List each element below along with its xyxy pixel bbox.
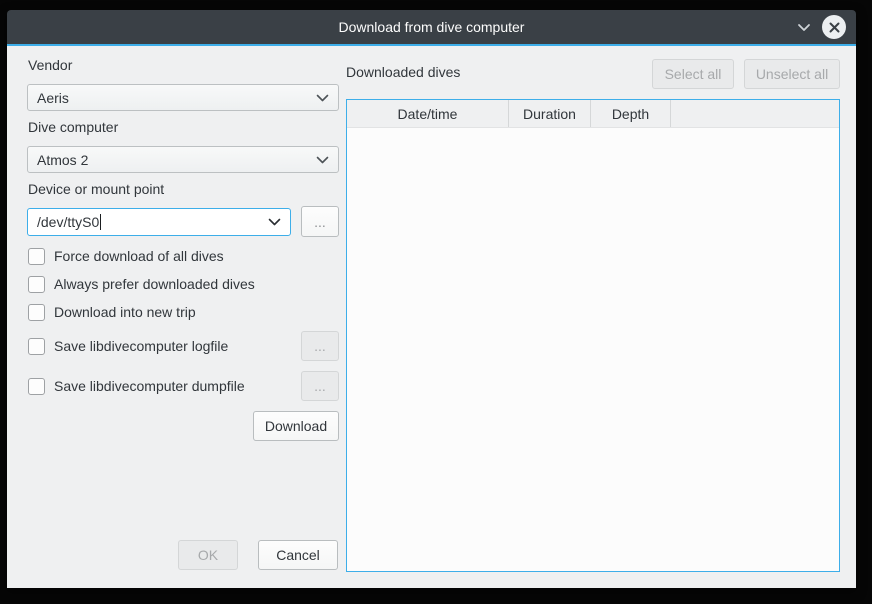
- vendor-value: Aeris: [37, 90, 316, 106]
- table-body-empty: [347, 128, 839, 571]
- save-dumpfile-checkbox[interactable]: [28, 378, 45, 395]
- downloaded-dives-table[interactable]: Date/time Duration Depth: [346, 99, 840, 572]
- column-header-duration[interactable]: Duration: [509, 100, 591, 127]
- new-trip-checkbox-row: Download into new trip: [28, 303, 196, 321]
- chevron-down-icon: [268, 218, 281, 226]
- downloaded-dives-label: Downloaded dives: [346, 64, 460, 80]
- browse-button-label: ...: [314, 338, 326, 354]
- select-all-button[interactable]: Select all: [652, 59, 734, 89]
- save-logfile-checkbox[interactable]: [28, 338, 45, 355]
- checkbox-label: Force download of all dives: [54, 248, 224, 264]
- device-browse-button[interactable]: ...: [301, 206, 339, 237]
- chevron-down-icon[interactable]: [796, 19, 812, 35]
- download-dialog: Download from dive computer Vendor Aeris…: [7, 10, 856, 588]
- dumpfile-browse-button[interactable]: ...: [301, 371, 339, 401]
- vendor-select[interactable]: Aeris: [27, 84, 339, 111]
- logfile-browse-button[interactable]: ...: [301, 331, 339, 361]
- checkbox-label: Save libdivecomputer logfile: [54, 338, 228, 354]
- browse-button-label: ...: [314, 378, 326, 394]
- dialog-body: Vendor Aeris Dive computer Atmos 2 Devic…: [7, 46, 856, 588]
- checkbox-label: Download into new trip: [54, 304, 196, 320]
- vendor-label: Vendor: [28, 57, 72, 73]
- table-header: Date/time Duration Depth: [347, 100, 839, 128]
- new-trip-checkbox[interactable]: [28, 304, 45, 321]
- chevron-down-icon: [316, 156, 329, 164]
- close-icon[interactable]: [822, 15, 846, 39]
- save-logfile-checkbox-row: Save libdivecomputer logfile: [28, 337, 228, 355]
- prefer-downloaded-checkbox-row: Always prefer downloaded dives: [28, 275, 255, 293]
- browse-button-label: ...: [314, 214, 326, 230]
- titlebar[interactable]: Download from dive computer: [7, 10, 856, 44]
- checkbox-label: Save libdivecomputer dumpfile: [54, 378, 245, 394]
- force-download-checkbox-row: Force download of all dives: [28, 247, 224, 265]
- desktop-background: { "window": { "title": "Download from di…: [0, 0, 872, 604]
- checkbox-label: Always prefer downloaded dives: [54, 276, 255, 292]
- column-header-empty: [671, 100, 839, 127]
- ok-button[interactable]: OK: [178, 540, 238, 570]
- save-dumpfile-checkbox-row: Save libdivecomputer dumpfile: [28, 377, 245, 395]
- force-download-checkbox[interactable]: [28, 248, 45, 265]
- column-header-datetime[interactable]: Date/time: [347, 100, 509, 127]
- window-title: Download from dive computer: [7, 19, 856, 35]
- prefer-downloaded-checkbox[interactable]: [28, 276, 45, 293]
- device-input[interactable]: /dev/ttyS0: [27, 208, 291, 236]
- dive-computer-label: Dive computer: [28, 119, 118, 135]
- unselect-all-button[interactable]: Unselect all: [744, 59, 840, 89]
- cancel-button[interactable]: Cancel: [258, 540, 338, 570]
- text-cursor: [100, 214, 101, 230]
- download-button[interactable]: Download: [253, 411, 339, 441]
- chevron-down-icon: [316, 94, 329, 102]
- column-header-depth[interactable]: Depth: [591, 100, 671, 127]
- dive-computer-select[interactable]: Atmos 2: [27, 146, 339, 173]
- device-value: /dev/ttyS0: [37, 214, 99, 230]
- titlebar-controls: [796, 10, 846, 44]
- dive-computer-value: Atmos 2: [37, 152, 316, 168]
- device-label: Device or mount point: [28, 181, 164, 197]
